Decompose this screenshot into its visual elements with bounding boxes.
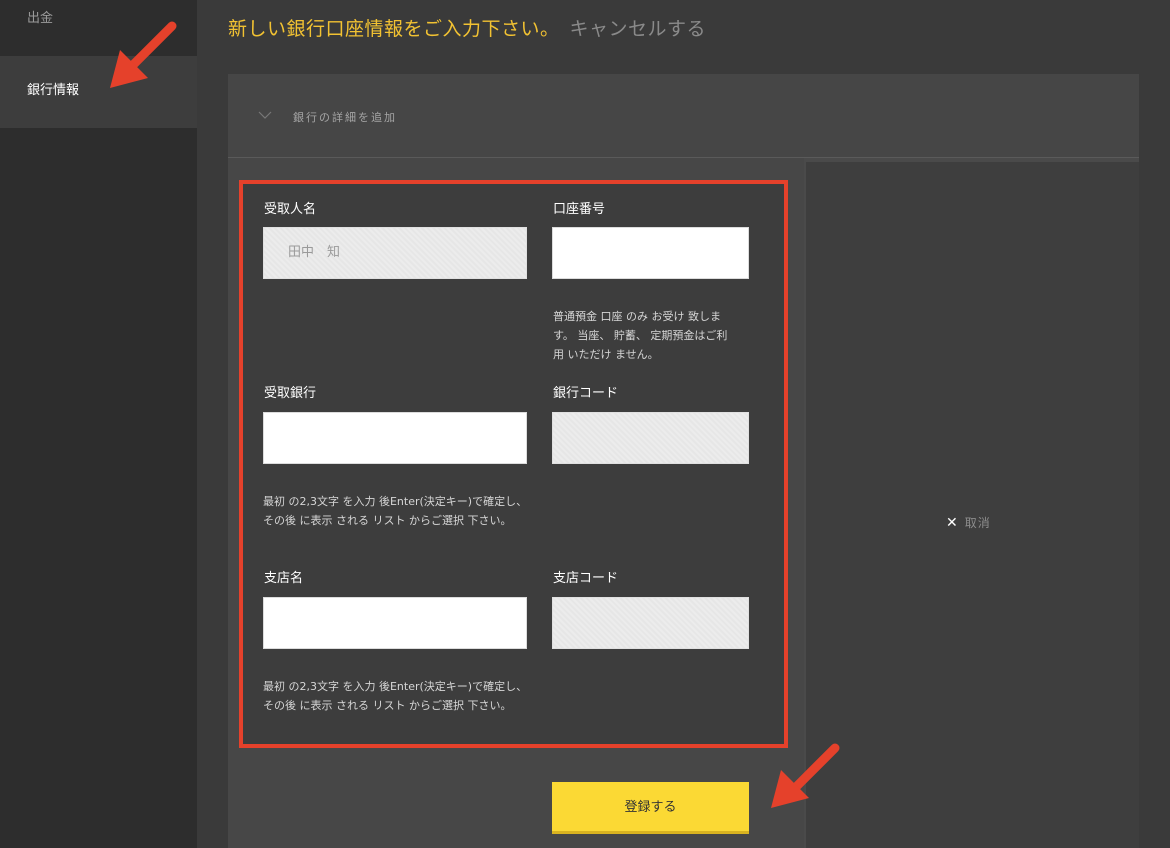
sidebar-item-label: 出金 bbox=[27, 11, 54, 26]
cancel-link[interactable]: キャンセルする bbox=[570, 18, 707, 40]
branch-name-field[interactable] bbox=[263, 597, 527, 649]
account-number-label: 口座番号 bbox=[553, 202, 606, 217]
branch-code-label: 支店コード bbox=[553, 571, 619, 586]
add-bank-details-accordion[interactable]: 銀行の詳細を追加 bbox=[228, 74, 1139, 158]
sidebar-item-label: 銀行情報 bbox=[27, 83, 80, 98]
branch-code-field[interactable] bbox=[552, 597, 749, 649]
bank-name-hint: 最初 の2,3文字 を入力 後Enter(決定キー)で確定し、 その後 に表示 … bbox=[263, 495, 528, 527]
cancel-label: 取消 bbox=[964, 516, 991, 530]
account-number-field[interactable] bbox=[552, 227, 749, 279]
bank-name-label: 受取銀行 bbox=[264, 386, 317, 401]
cancel-button[interactable]: ✕ 取消 bbox=[946, 514, 991, 531]
accordion-label: 銀行の詳細を追加 bbox=[293, 111, 397, 124]
annotation-arrow-icon bbox=[771, 743, 840, 808]
close-icon: ✕ bbox=[946, 515, 959, 531]
recipient-name-field[interactable]: 田中 知 bbox=[263, 227, 527, 279]
sidebar: 出金 銀行情報 bbox=[0, 0, 197, 848]
bank-name-field[interactable] bbox=[263, 412, 527, 464]
chevron-down-icon bbox=[258, 111, 272, 119]
recipient-name-label: 受取人名 bbox=[264, 202, 317, 217]
bank-code-field[interactable] bbox=[552, 412, 749, 464]
account-number-hint: 普通預金 口座 のみ お受け 致します。 当座、 貯蓄、 定期預金はご利用 いた… bbox=[553, 310, 728, 361]
register-button[interactable]: 登録する bbox=[552, 782, 749, 834]
branch-name-label: 支店名 bbox=[264, 571, 304, 586]
bank-code-label: 銀行コード bbox=[553, 386, 619, 401]
page-heading: 新しい銀行口座情報をご入力下さい。 キャンセルする bbox=[228, 14, 706, 41]
cancel-area: ✕ 取消 bbox=[806, 162, 1139, 848]
branch-name-hint: 最初 の2,3文字 を入力 後Enter(決定キー)で確定し、 その後 に表示 … bbox=[263, 680, 528, 712]
page-title: 新しい銀行口座情報をご入力下さい。 bbox=[228, 18, 560, 40]
annotation-arrow-icon bbox=[110, 21, 177, 88]
